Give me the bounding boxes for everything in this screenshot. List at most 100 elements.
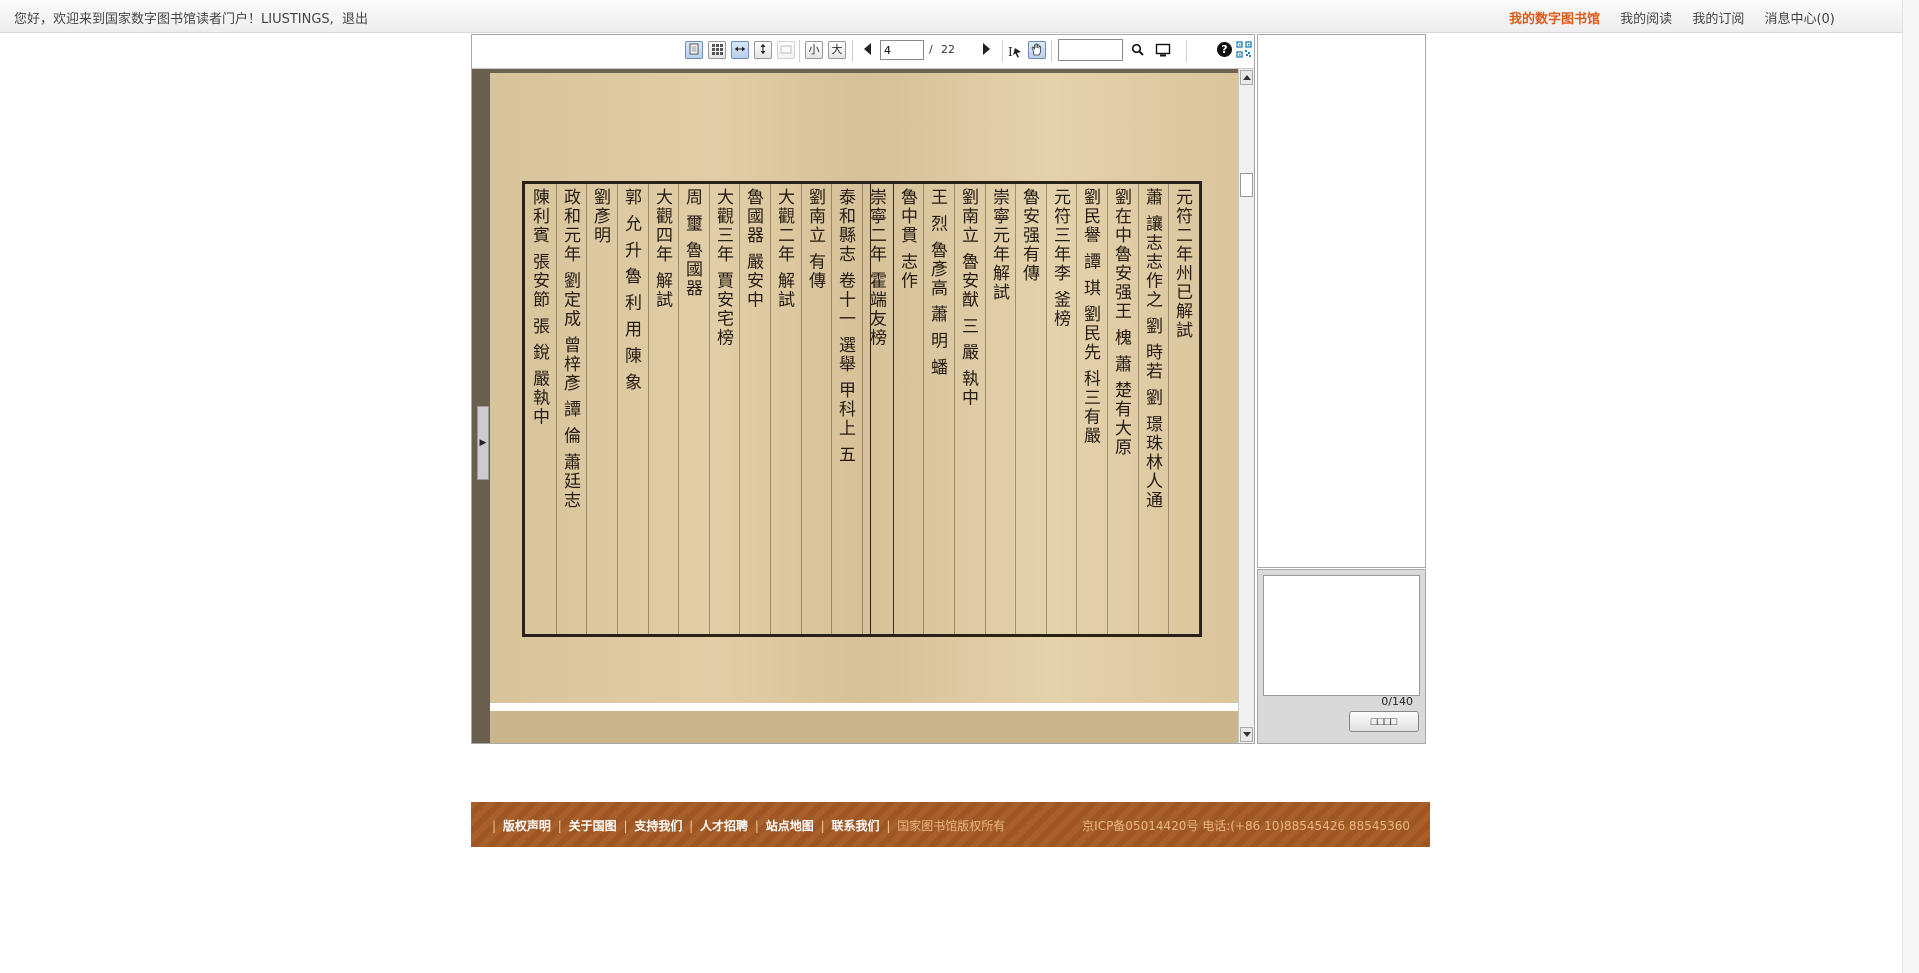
text-column: 大觀四年 解試 bbox=[652, 188, 672, 310]
column-rule bbox=[893, 184, 894, 634]
text-column: 魯中貫 志作 bbox=[897, 188, 917, 291]
submit-note-button[interactable]: □□□□ bbox=[1349, 711, 1419, 732]
page-number-input[interactable] bbox=[880, 40, 924, 60]
welcome-message: 您好，欢迎来到国家数字图书馆读者门户！LIUSTINGS, 退出 bbox=[14, 8, 368, 27]
column-rule bbox=[770, 184, 771, 634]
column-rule bbox=[709, 184, 710, 634]
toolbar-divider bbox=[799, 40, 800, 62]
note-textarea[interactable] bbox=[1263, 575, 1420, 696]
hand-tool-icon[interactable] bbox=[1028, 41, 1046, 59]
column-rule bbox=[985, 184, 986, 634]
column-rule bbox=[1199, 184, 1200, 634]
scroll-thumb[interactable] bbox=[1240, 173, 1253, 197]
text-column: 劉民譽 譚 琪 劉民先 科三有嚴 bbox=[1080, 188, 1100, 446]
toolbar-divider bbox=[1002, 40, 1003, 62]
page-display-area[interactable]: ▶ 元符二年州已解試蕭 讓志志作之 劉 時若 劉 璟珠林人通 劉在中魯安强王 槐 … bbox=[472, 69, 1238, 743]
column-rule bbox=[648, 184, 649, 634]
my-reading-link[interactable]: 我的阅读 bbox=[1620, 12, 1672, 27]
text-column: 大觀三年 賈安宅榜 bbox=[713, 188, 733, 348]
search-input[interactable] bbox=[1058, 39, 1123, 61]
logout-link[interactable]: 退出 bbox=[342, 12, 368, 27]
footer-link-support[interactable]: 支持我们 bbox=[634, 819, 682, 833]
footer-icp-info: 京ICP备05014420号 电话:(+86 10)88545426 88545… bbox=[1082, 819, 1410, 833]
text-column: 元符三年李 釜榜 bbox=[1050, 188, 1070, 329]
single-page-view-icon[interactable] bbox=[685, 41, 703, 59]
column-rule bbox=[678, 184, 679, 634]
welcome-text: 您好，欢迎来到国家数字图书馆读者门户！LIUSTINGS, bbox=[14, 12, 334, 27]
my-subscriptions-link[interactable]: 我的订阅 bbox=[1692, 12, 1744, 27]
column-rule bbox=[831, 184, 832, 634]
next-page-preview bbox=[490, 711, 1238, 743]
column-rule bbox=[739, 184, 740, 634]
column-rule bbox=[586, 184, 587, 634]
fullscreen-icon[interactable] bbox=[1155, 42, 1171, 58]
text-column: 劉彥明 bbox=[590, 188, 610, 245]
column-rule bbox=[923, 184, 924, 634]
footer-link-about[interactable]: 关于国图 bbox=[569, 819, 617, 833]
browser-scrollbar[interactable] bbox=[1902, 0, 1919, 973]
zoom-in-button[interactable]: 大 bbox=[828, 41, 846, 59]
footer-link-copyright-notice[interactable]: 版权声明 bbox=[503, 819, 551, 833]
text-column: 魯國器 嚴安中 bbox=[743, 188, 763, 310]
column-rule bbox=[1015, 184, 1016, 634]
text-column: 蕭 讓志志作之 劉 時若 劉 璟珠林人通 bbox=[1142, 188, 1162, 511]
rotate-page-icon[interactable] bbox=[777, 41, 795, 59]
help-icon[interactable]: ? bbox=[1217, 42, 1232, 57]
footer-link-contact[interactable]: 联系我们 bbox=[831, 819, 879, 833]
top-bar: 您好，欢迎来到国家数字图书馆读者门户！LIUSTINGS, 退出 我的数字图书馆… bbox=[0, 0, 1919, 33]
column-rule bbox=[1168, 184, 1169, 634]
message-center-link[interactable]: 消息中心(0) bbox=[1764, 12, 1834, 27]
text-column: 政和元年 劉定成 曾梓彥 譚 倫 蕭廷志 bbox=[560, 188, 580, 511]
side-panel bbox=[1257, 34, 1426, 568]
column-rule bbox=[556, 184, 557, 634]
my-digital-library-link[interactable]: 我的数字图书馆 bbox=[1509, 12, 1600, 27]
footer-link-careers[interactable]: 人才招聘 bbox=[700, 819, 748, 833]
previous-page-icon[interactable] bbox=[864, 43, 871, 55]
toolbar-divider bbox=[1186, 40, 1187, 62]
vertical-scrollbar[interactable] bbox=[1238, 69, 1254, 743]
zoom-out-button[interactable]: 小 bbox=[805, 41, 823, 59]
character-count: 0/140 bbox=[1381, 695, 1413, 708]
column-rule bbox=[1138, 184, 1139, 634]
toolbar-divider bbox=[1051, 40, 1052, 62]
text-column: 元符二年州已解試 bbox=[1172, 188, 1192, 340]
book-viewer: 小 大 / 22 I ? ▶ 元符 bbox=[471, 34, 1255, 744]
text-column: 魯安强有傳 bbox=[1019, 188, 1039, 283]
footer: | 版权声明 | 关于国图 | 支持我们 | 人才招聘 | 站点地图 | 联系我… bbox=[471, 802, 1430, 847]
column-rule bbox=[1076, 184, 1077, 634]
scroll-down-icon[interactable] bbox=[1240, 727, 1253, 742]
search-icon[interactable] bbox=[1130, 41, 1146, 59]
text-column: 王 烈 魯彥高 蕭 明 蟠 bbox=[927, 188, 947, 378]
footer-copyright: 国家图书馆版权所有 bbox=[897, 819, 1006, 833]
fit-height-icon[interactable] bbox=[754, 41, 772, 59]
page-separator: / bbox=[929, 43, 933, 56]
fit-width-icon[interactable] bbox=[731, 41, 749, 59]
text-column: 崇寧元年解試 bbox=[989, 188, 1009, 302]
footer-link-sitemap[interactable]: 站点地图 bbox=[766, 819, 814, 833]
column-rule bbox=[617, 184, 618, 634]
user-nav: 我的数字图书馆 我的阅读 我的订阅 消息中心(0) bbox=[1509, 8, 1851, 27]
text-column: 劉在中魯安强王 槐 蕭 楚有大原 bbox=[1111, 188, 1131, 458]
text-column: 周 璽 魯國器 bbox=[682, 188, 702, 298]
text-column: 陳利賓 張安節 張 銳 嚴執中 bbox=[529, 188, 549, 427]
qr-code-icon[interactable] bbox=[1236, 41, 1252, 58]
column-rule bbox=[1107, 184, 1108, 634]
page-text-frame: 元符二年州已解試蕭 讓志志作之 劉 時若 劉 璟珠林人通 劉在中魯安强王 槐 蕭 … bbox=[522, 181, 1202, 637]
column-rule bbox=[1046, 184, 1047, 634]
thumbnail-grid-icon[interactable] bbox=[708, 41, 726, 59]
toolbar-divider bbox=[852, 40, 853, 62]
page-gap bbox=[490, 703, 1238, 711]
viewer-toolbar: 小 大 / 22 I ? bbox=[472, 35, 1254, 69]
notes-panel: 0/140 □□□□ bbox=[1257, 569, 1426, 744]
scroll-up-icon[interactable] bbox=[1240, 70, 1253, 85]
column-rule bbox=[862, 184, 863, 634]
expand-sidebar-toggle[interactable]: ▶ bbox=[477, 406, 489, 480]
column-rule bbox=[954, 184, 955, 634]
column-rule bbox=[801, 184, 802, 634]
next-page-icon[interactable] bbox=[983, 43, 990, 55]
text-select-icon[interactable]: I bbox=[1006, 42, 1024, 60]
book-page-scan: 元符二年州已解試蕭 讓志志作之 劉 時若 劉 璟珠林人通 劉在中魯安强王 槐 蕭 … bbox=[490, 73, 1238, 703]
text-column: 泰和縣志 卷十一 選舉 甲科上 五 bbox=[835, 188, 855, 465]
text-column: 大觀二年 解試 bbox=[774, 188, 794, 310]
text-column: 劉南立 魯安猷 三 嚴 執中 bbox=[958, 188, 978, 408]
